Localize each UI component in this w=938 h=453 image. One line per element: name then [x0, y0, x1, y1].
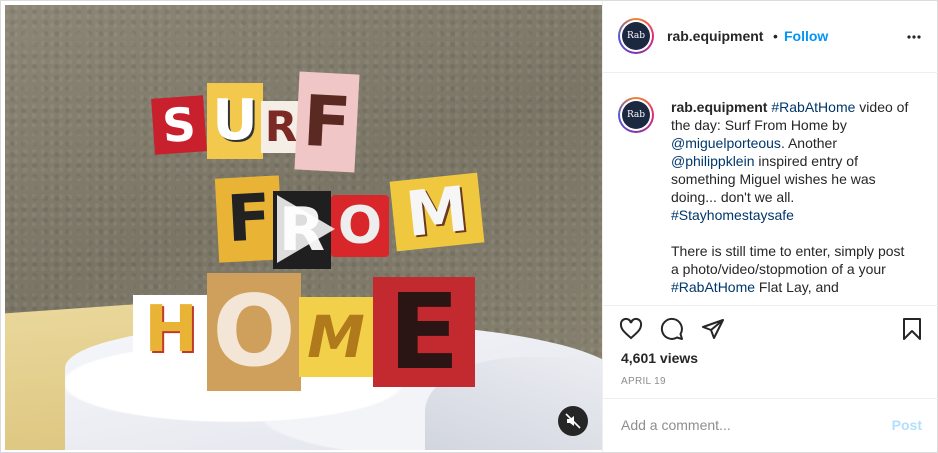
follow-button[interactable]: Follow [784, 28, 828, 44]
speaker-muted-icon [565, 413, 581, 429]
caption-segment: . Another [780, 135, 837, 151]
letter-tile: E [373, 277, 475, 387]
letter-tile: M [299, 297, 373, 377]
save-button[interactable] [898, 315, 926, 343]
bookmark-icon [903, 318, 921, 340]
hashtag-link[interactable]: #Stayhomestaysafe [671, 207, 794, 223]
letter-tile: U [207, 83, 263, 159]
heart-icon [619, 317, 643, 340]
comment-button[interactable] [658, 315, 686, 343]
header-username[interactable]: rab.equipment [667, 28, 763, 44]
caption-username[interactable]: rab.equipment [671, 99, 767, 115]
separator-dot: • [773, 28, 778, 44]
avatar[interactable]: Rab [618, 18, 654, 54]
avatar-logo: Rab [622, 101, 650, 129]
letter-tile: H [133, 295, 209, 365]
comment-box: Add a comment... Post [603, 398, 938, 453]
comment-input[interactable]: Add a comment... [621, 417, 731, 433]
caption-text: rab.equipment #RabAtHome video of the da… [671, 98, 911, 296]
comment-icon [660, 317, 683, 340]
share-button[interactable] [699, 315, 727, 343]
mute-button[interactable] [558, 406, 588, 436]
post-header: Rab rab.equipment • Follow [603, 1, 938, 73]
post-date[interactable]: APRIL 19 [621, 376, 666, 387]
share-icon [702, 319, 724, 339]
post-side-panel: Rab rab.equipment • Follow Rab rab.equip… [602, 1, 938, 452]
caption-avatar[interactable]: Rab [618, 97, 654, 133]
play-icon[interactable] [277, 195, 335, 263]
caption-paragraph-2: There is still time to enter, simply pos… [671, 243, 905, 277]
instagram-post: S U R F F R O M H O M E Rab rab.equipmen… [0, 0, 938, 453]
hashtag-link[interactable]: #RabAtHome [671, 279, 755, 295]
caption-area: Rab rab.equipment #RabAtHome video of th… [603, 73, 938, 305]
letter-tile: O [207, 273, 301, 391]
caption-paragraph-2-end: Flat Lay, and [755, 279, 839, 295]
hashtag-link[interactable]: #RabAtHome [771, 99, 855, 115]
more-options-icon[interactable] [906, 29, 922, 45]
avatar-logo: Rab [622, 22, 650, 50]
like-button[interactable] [617, 315, 645, 343]
letter-tile: S [151, 95, 207, 155]
action-bar: 4,601 views APRIL 19 [603, 305, 938, 398]
letter-tile: M [389, 172, 485, 252]
post-comment-button[interactable]: Post [892, 417, 922, 433]
view-count[interactable]: 4,601 views [621, 350, 698, 366]
mention-link[interactable]: @miguelporteous [671, 135, 781, 151]
letter-tile: O [331, 195, 389, 257]
post-video[interactable]: S U R F F R O M H O M E [5, 5, 602, 450]
mention-link[interactable]: @philippklein [671, 153, 754, 169]
letter-tile: F [294, 71, 360, 173]
